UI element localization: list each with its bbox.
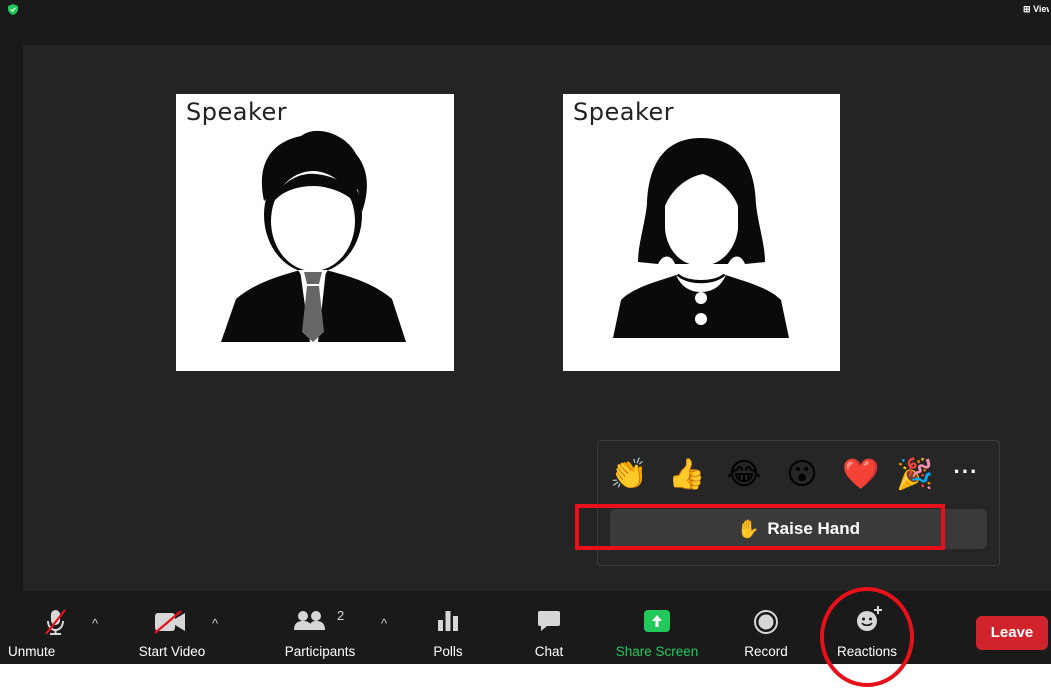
participants-label: Participants: [284, 644, 356, 659]
red-heart-icon[interactable]: ❤️: [842, 457, 879, 493]
man-avatar-icon: [221, 130, 406, 342]
chat-button[interactable]: Chat: [526, 596, 572, 664]
woman-avatar-icon: [613, 138, 789, 338]
polls-label: Polls: [433, 644, 463, 659]
participants-count: 2: [337, 608, 345, 623]
polls-button[interactable]: Polls: [425, 596, 471, 664]
meeting-window: ⊞ View Speaker: [0, 0, 1051, 664]
chat-label: Chat: [534, 644, 564, 659]
share-screen-icon: [644, 610, 670, 632]
participant-tile-1[interactable]: Speaker: [176, 94, 454, 371]
share-screen-label: Share Screen: [615, 644, 699, 659]
start-video-button[interactable]: Start Video: [135, 596, 209, 664]
raise-hand-highlight-box: [575, 504, 945, 550]
polls-icon: [438, 611, 458, 631]
view-button[interactable]: ⊞ View: [1023, 4, 1049, 15]
muted-microphone-icon: [45, 609, 66, 635]
participants-button[interactable]: 2 Participants: [280, 596, 360, 664]
participant-tile-2[interactable]: Speaker: [563, 94, 840, 371]
encryption-shield-icon[interactable]: [8, 4, 18, 15]
participants-icon: [294, 611, 325, 630]
record-icon: [754, 610, 778, 634]
leave-button[interactable]: Leave: [976, 616, 1048, 650]
unmute-button[interactable]: Unmute: [8, 596, 88, 664]
share-screen-button[interactable]: Share Screen: [612, 596, 702, 664]
record-label: Record: [744, 644, 788, 659]
thumbs-up-icon[interactable]: 👍: [668, 457, 705, 493]
chat-icon: [538, 611, 560, 631]
view-grid-icon: ⊞: [1023, 4, 1031, 14]
reactions-highlight-circle: [820, 587, 914, 687]
view-label: View: [1033, 4, 1049, 14]
participant-name-2: Speaker: [573, 98, 675, 126]
video-off-icon: [154, 610, 185, 634]
audio-options-caret[interactable]: ^: [92, 616, 98, 631]
record-button[interactable]: Record: [740, 596, 792, 664]
participants-options-caret[interactable]: ^: [381, 616, 387, 631]
top-bar: ⊞ View: [0, 0, 1051, 20]
video-options-caret[interactable]: ^: [212, 616, 218, 631]
clapping-hands-icon[interactable]: 👏: [610, 457, 647, 493]
unmute-label: Unmute: [8, 644, 56, 659]
start-video-label: Start Video: [138, 644, 206, 659]
tears-of-joy-icon[interactable]: 😂: [726, 457, 762, 493]
party-popper-icon[interactable]: 🎉: [896, 457, 933, 493]
participant-name-1: Speaker: [186, 98, 288, 126]
more-reactions-button[interactable]: ···: [948, 459, 984, 489]
open-mouth-icon[interactable]: 😮: [784, 457, 820, 493]
